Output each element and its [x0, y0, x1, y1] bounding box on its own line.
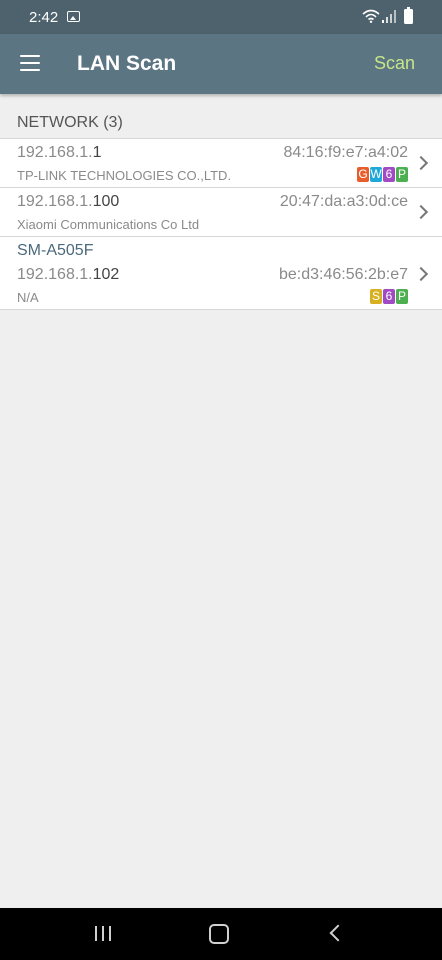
network-section-header: NETWORK (3): [17, 114, 123, 131]
badge-6: 6: [383, 289, 395, 304]
device-vendor: Xiaomi Communications Co Ltd: [17, 217, 200, 232]
device-ip: 192.168.1.1: [17, 144, 102, 161]
device-row-2[interactable]: 192.168.1.100 20:47:da:a3:0d:ce Xiaomi C…: [0, 187, 442, 236]
chevron-right-icon: [413, 266, 429, 282]
device-ip: 192.168.1.100: [17, 193, 120, 210]
device-mac: 84:16:f9:e7:a4:02: [283, 144, 408, 161]
recents-icon[interactable]: [95, 926, 112, 941]
badge-6: 6: [383, 167, 395, 182]
badge-w: W: [370, 167, 382, 182]
device-mac: be:d3:46:56:2b:e7: [278, 266, 408, 283]
gallery-notification-icon: [67, 11, 80, 22]
status-time: 2:42: [29, 9, 59, 26]
battery-icon: [404, 7, 413, 24]
device-badges: G W 6 P: [356, 167, 408, 182]
badge-s: S: [370, 289, 382, 304]
badge-p: P: [396, 289, 408, 304]
back-icon[interactable]: [329, 924, 347, 942]
device-vendor: N/A: [17, 290, 39, 305]
device-badges: S 6 P: [369, 289, 408, 304]
hamburger-menu-icon[interactable]: [20, 55, 40, 72]
app-bar: LAN Scan Scan: [0, 34, 442, 94]
device-list: NETWORK (3) 192.168.1.1 84:16:f9:e7:a4:0…: [0, 94, 442, 310]
chevron-right-icon: [413, 204, 429, 220]
device-row-3[interactable]: SM-A505F 192.168.1.102 be:d3:46:56:2b:e7…: [0, 236, 442, 310]
system-nav-bar: [0, 908, 442, 960]
status-bar: 2:42: [0, 0, 442, 34]
device-hostname: SM-A505F: [17, 242, 94, 259]
chevron-right-icon: [413, 155, 429, 171]
device-vendor: TP-LINK TECHNOLOGIES CO.,LTD.: [17, 168, 232, 183]
badge-p: P: [396, 167, 408, 182]
device-row-1[interactable]: 192.168.1.1 84:16:f9:e7:a4:02 TP-LINK TE…: [0, 138, 442, 187]
signal-icon: [382, 10, 396, 23]
badge-g: G: [357, 167, 369, 182]
device-mac: 20:47:da:a3:0d:ce: [279, 193, 408, 210]
wifi-icon: [362, 9, 380, 23]
scan-button[interactable]: Scan: [374, 53, 415, 74]
home-icon[interactable]: [209, 924, 229, 944]
page-title: LAN Scan: [77, 52, 177, 75]
device-ip: 192.168.1.102: [17, 266, 120, 283]
